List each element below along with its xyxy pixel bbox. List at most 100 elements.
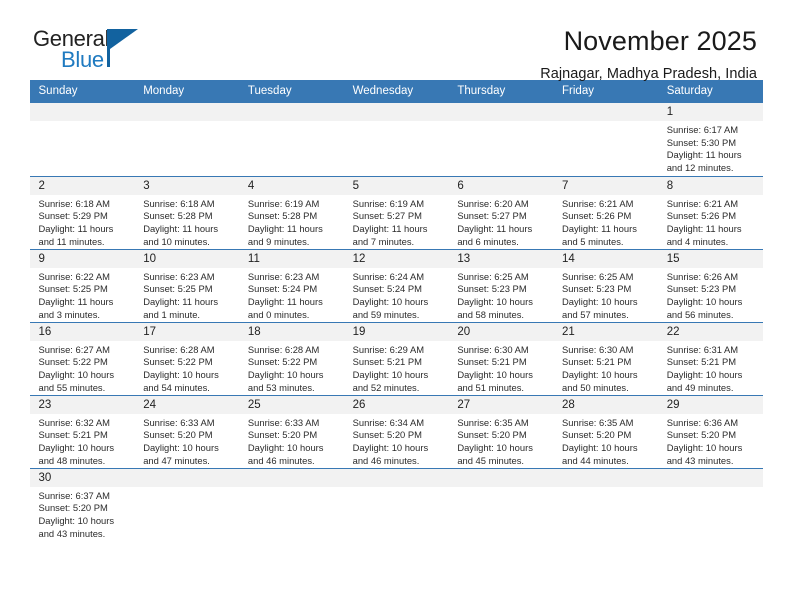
day-sun-info: Sunrise: 6:31 AM Sunset: 5:21 PM Daylight:… bbox=[658, 341, 763, 395]
calendar-day-cell[interactable]: 15 Sunrise: 6:26 AM Sunset: 5:23 PM Dayligh… bbox=[657, 249, 763, 323]
calendar-day-cell[interactable]: 4 Sunrise: 6:19 AM Sunset: 5:28 PM Daylight… bbox=[238, 176, 344, 250]
sunset-text: Sunset: 5:24 PM bbox=[247, 283, 318, 295]
day-cell-content: 21 Sunrise: 6:30 AM Sunset: 5:21 PM Dayligh… bbox=[553, 322, 658, 395]
calendar-day-cell-empty bbox=[448, 103, 554, 177]
day-cell-content: 17 Sunrise: 6:28 AM Sunset: 5:22 PM Dayligh… bbox=[134, 322, 239, 395]
day-number: 30 bbox=[29, 468, 135, 487]
day-sun-info: Sunrise: 6:26 AM Sunset: 5:23 PM Daylight:… bbox=[658, 268, 763, 322]
sunset-text: Sunset: 5:27 PM bbox=[457, 210, 527, 222]
daylight-2-text: and 52 minutes. bbox=[352, 381, 420, 393]
sunset-text: Sunset: 5:23 PM bbox=[666, 283, 737, 295]
calendar-day-cell-empty bbox=[657, 468, 763, 541]
day-cell-content: 6 Sunrise: 6:20 AM Sunset: 5:27 PM Daylight… bbox=[448, 176, 554, 249]
sunrise-text: Sunrise: 6:17 AM bbox=[666, 124, 739, 135]
calendar-day-cell[interactable]: 16 Sunrise: 6:27 AM Sunset: 5:22 PM Dayligh… bbox=[29, 322, 135, 396]
daylight-1-text: Daylight: 11 hours bbox=[457, 222, 533, 234]
daylight-1-text: Daylight: 10 hours bbox=[457, 441, 533, 453]
calendar-day-cell[interactable]: 2 Sunrise: 6:18 AM Sunset: 5:29 PM Daylight… bbox=[29, 176, 135, 250]
calendar-day-cell[interactable]: 28 Sunrise: 6:35 AM Sunset: 5:20 PM Dayligh… bbox=[553, 395, 658, 469]
daylight-1-text: Daylight: 10 hours bbox=[143, 441, 219, 453]
day-number: 23 bbox=[29, 395, 135, 414]
sunrise-text: Sunrise: 6:37 AM bbox=[38, 489, 110, 501]
day-number: 12 bbox=[343, 249, 449, 268]
day-number: 20 bbox=[448, 322, 554, 341]
calendar-day-cell[interactable]: 3 Sunrise: 6:18 AM Sunset: 5:28 PM Daylight… bbox=[134, 176, 239, 250]
sunrise-text: Sunrise: 6:21 AM bbox=[666, 197, 739, 209]
calendar-day-cell[interactable]: 11 Sunrise: 6:23 AM Sunset: 5:24 PM Dayligh… bbox=[238, 249, 344, 323]
day-sun-info: Sunrise: 6:33 AM Sunset: 5:20 PM Daylight:… bbox=[134, 414, 239, 468]
daylight-1-text: Daylight: 10 hours bbox=[457, 368, 533, 380]
sunset-text: Sunset: 5:28 PM bbox=[247, 210, 318, 222]
calendar-day-cell[interactable]: 30 Sunrise: 6:37 AM Sunset: 5:20 PM Dayligh… bbox=[29, 468, 135, 541]
day-sun-info: Sunrise: 6:37 AM Sunset: 5:20 PM Daylight:… bbox=[30, 487, 135, 541]
calendar-day-cell[interactable]: 20 Sunrise: 6:30 AM Sunset: 5:21 PM Dayligh… bbox=[448, 322, 554, 396]
calendar-day-cell[interactable]: 17 Sunrise: 6:28 AM Sunset: 5:22 PM Dayligh… bbox=[134, 322, 239, 396]
calendar-day-cell[interactable]: 13 Sunrise: 6:25 AM Sunset: 5:23 PM Dayligh… bbox=[448, 249, 554, 323]
daylight-1-text: Daylight: 10 hours bbox=[38, 514, 115, 526]
day-number: 1 bbox=[657, 103, 763, 121]
calendar-day-cell[interactable]: 1 Sunrise: 6:17 AM Sunset: 5:30 PM Daylight… bbox=[657, 103, 763, 177]
calendar-day-cell[interactable]: 5 Sunrise: 6:19 AM Sunset: 5:27 PM Daylight… bbox=[343, 176, 449, 250]
sunrise-text: Sunrise: 6:30 AM bbox=[457, 343, 529, 355]
calendar-day-cell[interactable]: 27 Sunrise: 6:35 AM Sunset: 5:20 PM Dayligh… bbox=[448, 395, 554, 469]
sunset-text: Sunset: 5:26 PM bbox=[562, 210, 632, 222]
calendar-day-cell[interactable]: 12 Sunrise: 6:24 AM Sunset: 5:24 PM Dayligh… bbox=[343, 249, 449, 323]
sunrise-text: Sunrise: 6:27 AM bbox=[38, 343, 110, 355]
daylight-1-text: Daylight: 11 hours bbox=[352, 222, 428, 234]
daylight-1-text: Daylight: 10 hours bbox=[247, 368, 324, 380]
calendar-day-cell[interactable]: 7 Sunrise: 6:21 AM Sunset: 5:26 PM Daylight… bbox=[553, 176, 658, 250]
calendar-day-cell-empty bbox=[343, 103, 449, 177]
daylight-1-text: Daylight: 11 hours bbox=[247, 222, 323, 234]
calendar-day-cell[interactable]: 18 Sunrise: 6:28 AM Sunset: 5:22 PM Dayligh… bbox=[238, 322, 344, 396]
calendar-day-cell[interactable]: 10 Sunrise: 6:23 AM Sunset: 5:25 PM Dayligh… bbox=[134, 249, 239, 323]
day-cell-content: 2 Sunrise: 6:18 AM Sunset: 5:29 PM Daylight… bbox=[29, 176, 135, 249]
calendar-day-cell[interactable]: 14 Sunrise: 6:25 AM Sunset: 5:23 PM Dayligh… bbox=[553, 249, 658, 323]
day-cell-content: 12 Sunrise: 6:24 AM Sunset: 5:24 PM Dayligh… bbox=[343, 249, 449, 322]
sunset-text: Sunset: 5:20 PM bbox=[352, 429, 422, 441]
day-number-placeholder bbox=[134, 468, 239, 487]
sunrise-text: Sunrise: 6:25 AM bbox=[562, 270, 634, 282]
sunrise-text: Sunrise: 6:36 AM bbox=[666, 416, 739, 428]
sunset-text: Sunset: 5:22 PM bbox=[38, 356, 108, 368]
calendar-day-cell[interactable]: 24 Sunrise: 6:33 AM Sunset: 5:20 PM Dayligh… bbox=[134, 395, 239, 469]
calendar-day-cell[interactable]: 23 Sunrise: 6:32 AM Sunset: 5:21 PM Dayligh… bbox=[29, 395, 135, 469]
day-number-placeholder bbox=[448, 103, 554, 121]
day-sun-info: Sunrise: 6:34 AM Sunset: 5:20 PM Daylight:… bbox=[344, 414, 449, 468]
sunset-text: Sunset: 5:25 PM bbox=[38, 283, 108, 295]
day-sun-info: Sunrise: 6:19 AM Sunset: 5:27 PM Daylight:… bbox=[344, 195, 449, 249]
daylight-1-text: Daylight: 10 hours bbox=[38, 368, 115, 380]
daylight-2-text: and 50 minutes. bbox=[562, 381, 629, 393]
calendar-day-cell[interactable]: 25 Sunrise: 6:33 AM Sunset: 5:20 PM Dayligh… bbox=[238, 395, 344, 469]
day-sun-info: Sunrise: 6:19 AM Sunset: 5:28 PM Daylight:… bbox=[239, 195, 344, 249]
day-number: 5 bbox=[343, 176, 449, 195]
day-number-placeholder bbox=[553, 468, 658, 487]
sunset-text: Sunset: 5:21 PM bbox=[38, 429, 108, 441]
day-number: 25 bbox=[238, 395, 344, 414]
day-sun-info: Sunrise: 6:18 AM Sunset: 5:29 PM Daylight:… bbox=[30, 195, 135, 249]
calendar-day-cell[interactable]: 22 Sunrise: 6:31 AM Sunset: 5:21 PM Dayligh… bbox=[657, 322, 763, 396]
sunrise-text: Sunrise: 6:23 AM bbox=[143, 270, 215, 282]
day-number: 17 bbox=[134, 322, 239, 341]
logo-text-blue: Blue bbox=[61, 47, 104, 72]
calendar-day-cell[interactable]: 8 Sunrise: 6:21 AM Sunset: 5:26 PM Daylight… bbox=[657, 176, 763, 250]
calendar-day-cell[interactable]: 29 Sunrise: 6:36 AM Sunset: 5:20 PM Dayligh… bbox=[657, 395, 763, 469]
daylight-1-text: Daylight: 10 hours bbox=[143, 368, 219, 380]
calendar-day-cell[interactable]: 6 Sunrise: 6:20 AM Sunset: 5:27 PM Daylight… bbox=[448, 176, 554, 250]
calendar-day-cell[interactable]: 9 Sunrise: 6:22 AM Sunset: 5:25 PM Daylight… bbox=[29, 249, 135, 323]
day-number-placeholder bbox=[657, 468, 763, 487]
daylight-1-text: Daylight: 11 hours bbox=[247, 295, 323, 307]
daylight-2-text: and 57 minutes. bbox=[562, 308, 629, 320]
calendar-day-cell[interactable]: 21 Sunrise: 6:30 AM Sunset: 5:21 PM Dayligh… bbox=[553, 322, 658, 396]
calendar-day-cell[interactable]: 19 Sunrise: 6:29 AM Sunset: 5:21 PM Dayligh… bbox=[343, 322, 449, 396]
general-blue-logo: General Blue bbox=[33, 26, 148, 76]
daylight-2-text: and 7 minutes. bbox=[352, 235, 415, 247]
calendar-day-cell[interactable]: 26 Sunrise: 6:34 AM Sunset: 5:20 PM Dayligh… bbox=[343, 395, 449, 469]
calendar-week-row: 16 Sunrise: 6:27 AM Sunset: 5:22 PM Dayligh… bbox=[29, 322, 763, 396]
sunrise-sunset-calendar: Sunday Monday Tuesday Wednesday Thursday Frid… bbox=[29, 80, 763, 541]
sunset-text: Sunset: 5:23 PM bbox=[562, 283, 632, 295]
page-title: November 2025 bbox=[563, 26, 757, 56]
day-number: 27 bbox=[448, 395, 554, 414]
day-cell-content: 7 Sunrise: 6:21 AM Sunset: 5:26 PM Daylight… bbox=[553, 176, 658, 249]
day-cell-content: 19 Sunrise: 6:29 AM Sunset: 5:21 PM Dayligh… bbox=[343, 322, 449, 395]
day-number: 29 bbox=[657, 395, 763, 414]
